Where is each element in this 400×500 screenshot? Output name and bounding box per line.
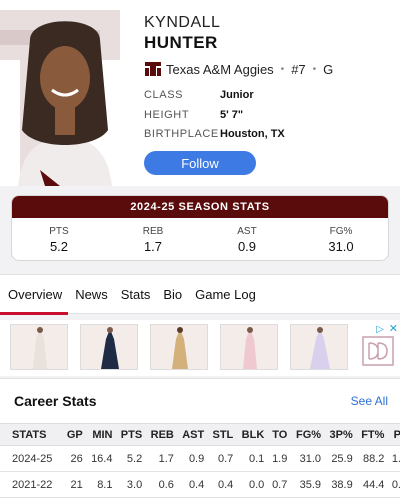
column-header: REB (145, 423, 177, 446)
table-cell: 0.7 (207, 445, 237, 472)
table-cell: 8.1 (85, 471, 116, 498)
column-header: STL (207, 423, 237, 446)
table-cell: 1.9 (267, 445, 291, 472)
stat-label: PTS (49, 226, 69, 237)
stat-value: 5.2 (49, 239, 69, 254)
table-cell: 5.2 (115, 445, 146, 472)
player-header: KYNDALL HUNTER Texas A&M Aggies • #7 • G… (0, 0, 400, 186)
stat-label: REB (142, 226, 164, 237)
table-cell: 21 (62, 471, 86, 498)
season-stats-card: 2024-25 SEASON STATS PTS 5.2 REB 1.7 AST… (11, 195, 389, 261)
column-header: AST (176, 423, 208, 446)
table-cell: 0.0 (236, 471, 268, 498)
column-header: PTS (115, 423, 146, 446)
table-cell: 2021-22 (0, 471, 62, 498)
table-cell: 0. (387, 471, 400, 498)
column-header: TO (267, 423, 291, 446)
ad-banner[interactable]: ▷ ✕ (0, 320, 400, 376)
ad-product-image[interactable] (220, 324, 278, 370)
table-cell: 25.9 (324, 445, 356, 472)
table-header-row: STATS GP MIN PTS REB AST STL BLK TO FG% … (0, 423, 400, 446)
player-first-name: KYNDALL (144, 14, 221, 31)
info-label: HEIGHT (144, 109, 190, 121)
separator-dot: • (280, 63, 285, 75)
player-headshot (18, 21, 112, 186)
table-cell: 0.6 (145, 471, 177, 498)
tab-news[interactable]: News (75, 274, 108, 314)
column-header: MIN (85, 423, 116, 446)
season-stat-pts: PTS 5.2 (12, 218, 106, 260)
info-value: Junior (220, 89, 254, 101)
column-header: FT% (355, 423, 388, 446)
season-stats-title: 2024-25 SEASON STATS (12, 196, 388, 218)
season-stat-reb: REB 1.7 (106, 218, 200, 260)
ad-product-image[interactable] (150, 324, 208, 370)
column-header: 3P% (324, 423, 356, 446)
column-header: FG% (290, 423, 325, 446)
stat-value: 1.7 (143, 239, 163, 254)
info-row-height: HEIGHT 5' 7" (144, 109, 243, 121)
info-value: Houston, TX (220, 128, 285, 140)
team-logo-icon (145, 62, 161, 76)
table-cell: 3.0 (115, 471, 146, 498)
follow-button[interactable]: Follow (144, 151, 256, 175)
table-cell: 38.9 (324, 471, 356, 498)
stat-label: AST (237, 226, 257, 237)
table-cell: 1.7 (145, 445, 177, 472)
table-cell: 26 (62, 445, 86, 472)
see-all-link[interactable]: See All (351, 394, 388, 408)
table-cell: 31.0 (290, 445, 325, 472)
profile-tabs: Overview News Stats Bio Game Log (0, 274, 400, 315)
table-cell: 0.4 (176, 471, 208, 498)
season-stat-ast: AST 0.9 (200, 218, 294, 260)
ad-choices-icon[interactable]: ▷ (376, 324, 384, 335)
player-position: G (323, 61, 334, 77)
tab-bio[interactable]: Bio (163, 274, 182, 314)
table-cell: 1. (387, 445, 400, 472)
team-row: Texas A&M Aggies • #7 • G (144, 61, 333, 77)
stat-value: 31.0 (328, 239, 354, 254)
tab-game-log[interactable]: Game Log (195, 274, 256, 314)
table-cell: 0.4 (207, 471, 237, 498)
ad-product-image[interactable] (290, 324, 348, 370)
table-cell: 0.1 (236, 445, 268, 472)
team-name-link[interactable]: Texas A&M Aggies (166, 62, 274, 77)
separator-dot: • (312, 63, 317, 75)
info-label: BIRTHPLACE (144, 128, 219, 140)
career-stats-title: Career Stats (14, 393, 97, 409)
table-row: 2024-25 26 16.4 5.2 1.7 0.9 0.7 0.1 1.9 … (0, 445, 400, 472)
table-cell: 35.9 (290, 471, 325, 498)
table-cell: 44.4 (355, 471, 388, 498)
info-label: CLASS (144, 89, 184, 101)
table-cell: 0.7 (267, 471, 291, 498)
info-value: 5' 7" (220, 109, 244, 121)
column-header: BLK (236, 423, 268, 446)
tab-stats[interactable]: Stats (121, 274, 151, 314)
stat-value: 0.9 (237, 239, 257, 254)
column-header: STATS (0, 423, 62, 446)
career-stats-table: STATS GP MIN PTS REB AST STL BLK TO FG% … (0, 423, 400, 498)
stat-label: FG% (329, 226, 353, 237)
table-cell: 0.9 (176, 445, 208, 472)
season-stat-fg: FG% 31.0 (294, 218, 388, 260)
jersey-number: #7 (291, 61, 306, 77)
info-row-birthplace: BIRTHPLACEHouston, TX (144, 128, 285, 140)
table-row: 2021-22 21 8.1 3.0 0.6 0.4 0.4 0.0 0.7 3… (0, 471, 400, 498)
career-stats-section: Career Stats See All STATS GP MIN PTS RE… (0, 378, 400, 500)
table-cell: 16.4 (85, 445, 116, 472)
player-last-name: HUNTER (144, 33, 218, 52)
ad-product-image[interactable] (10, 324, 68, 370)
column-header: P (387, 423, 400, 446)
table-cell: 88.2 (355, 445, 388, 472)
ad-product-image[interactable] (80, 324, 138, 370)
table-cell: 2024-25 (0, 445, 62, 472)
ad-brand-logo (362, 336, 394, 366)
tab-overview[interactable]: Overview (0, 274, 69, 315)
info-row-class: CLASS Junior (144, 89, 254, 101)
ad-close-icon[interactable]: ✕ (389, 322, 398, 335)
column-header: GP (62, 423, 86, 446)
